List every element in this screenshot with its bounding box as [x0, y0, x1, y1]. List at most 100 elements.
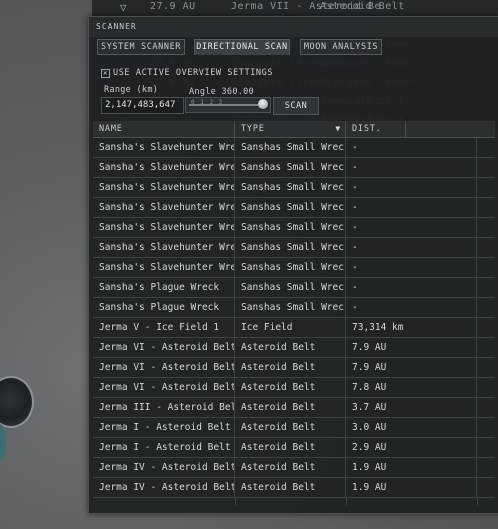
column-header-dist-label: DIST. [352, 124, 382, 134]
result-name: Jerma I - Asteroid Belt 1 [93, 438, 235, 457]
table-row[interactable]: Sansha's Slavehunter Wreck Sanshas Small … [93, 238, 495, 258]
angle-slider-track [189, 104, 267, 106]
result-type: Sanshas Small Wreck [235, 178, 346, 197]
table-row[interactable]: Sansha's Slavehunter Wreck Sanshas Small … [93, 158, 495, 178]
result-type: Sanshas Small Wreck [235, 218, 346, 237]
table-row[interactable]: Sansha's Slavehunter Wreck Sanshas Small … [93, 198, 495, 218]
result-type: Asteroid Belt [235, 378, 346, 397]
range-input[interactable]: 2,147,483,647 [101, 97, 184, 114]
result-name: Jerma VI - Asteroid Belt 3 [93, 338, 235, 357]
table-row[interactable]: Sansha's Slavehunter Wreck Sanshas Small … [93, 178, 495, 198]
result-name: Sansha's Slavehunter Wreck [93, 178, 235, 197]
result-name: Sansha's Slavehunter Wreck [93, 218, 235, 237]
result-type: Sanshas Small Wreck [235, 138, 346, 157]
background-overview-row: ▽27.9 AUJerma VII - Asteroid BeAsteroid … [92, 0, 498, 17]
result-type: Asteroid Belt [235, 478, 346, 497]
result-type: Sanshas Small Wreck [235, 158, 346, 177]
result-distance: - [346, 178, 477, 197]
table-row[interactable]: Sansha's Plague Wreck Sanshas Small Wreck… [93, 298, 495, 318]
column-header-dist[interactable]: DIST. [346, 121, 406, 137]
result-type: Asteroid Belt [235, 438, 346, 457]
result-name: Jerma VI - Asteroid Belt 1 [93, 358, 235, 377]
table-row[interactable]: Sansha's Plague Wreck Sanshas Small Wreck… [93, 278, 495, 298]
result-name: Sansha's Slavehunter Wreck [93, 158, 235, 177]
result-name: Sansha's Plague Wreck [93, 278, 235, 297]
result-type: Asteroid Belt [235, 398, 346, 417]
table-row[interactable]: Jerma I - Asteroid Belt 1 Asteroid Belt 2.… [93, 438, 495, 458]
result-distance: 3.0 AU [346, 418, 477, 437]
column-header-type[interactable]: TYPE ▼ [235, 121, 346, 137]
table-header: NAME TYPE ▼ DIST. [93, 121, 495, 138]
table-row[interactable]: Jerma VI - Asteroid Belt 3 Asteroid Belt 7… [93, 338, 495, 358]
result-distance: 2.9 AU [346, 438, 477, 457]
table-row[interactable]: Sansha's Slavehunter Wreck Sanshas Small … [93, 218, 495, 238]
scan-results-table: NAME TYPE ▼ DIST. Sansha's Slavehunter W… [93, 121, 495, 505]
tab-moon-analysis[interactable]: MOON ANALYSIS [300, 39, 382, 55]
result-distance: - [346, 298, 477, 317]
result-name: Jerma VI - Asteroid Belt 2 [93, 378, 235, 397]
overview-entry-icon: ▽ [120, 1, 128, 14]
overview-settings-label: USE ACTIVE OVERVIEW SETTINGS [113, 68, 274, 78]
angle-slider[interactable]: 0 1 2 3 [185, 97, 271, 113]
table-row[interactable]: Jerma III - Asteroid Belt 1Asteroid Belt… [93, 398, 495, 418]
table-row[interactable]: Jerma IV - Asteroid Belt 2 Asteroid Belt 1… [93, 458, 495, 478]
angle-label: Angle 360.00 [189, 87, 255, 97]
result-distance: - [346, 238, 477, 257]
result-name: Sansha's Slavehunter Wreck [93, 238, 235, 257]
tab-system-scanner[interactable]: SYSTEM SCANNER [97, 39, 185, 55]
scanner-window: SCANNER SYSTEM SCANNER DIRECTIONAL SCAN … [88, 16, 498, 514]
table-row[interactable]: Sansha's Slavehunter Wreck Sanshas Small … [93, 138, 495, 158]
angle-slider-knob[interactable] [258, 99, 268, 109]
column-header-name[interactable]: NAME [93, 121, 235, 137]
column-header-type-label: TYPE [241, 124, 265, 134]
result-distance: 3.7 AU [346, 398, 477, 417]
result-type: Sanshas Small Wreck [235, 298, 346, 317]
result-type: Sanshas Small Wreck [235, 278, 346, 297]
table-row[interactable]: Jerma VI - Asteroid Belt 2 Asteroid Belt 7… [93, 378, 495, 398]
result-distance: - [346, 138, 477, 157]
empty-column-type [235, 498, 347, 505]
result-name: Jerma I - Asteroid Belt 2 [93, 418, 235, 437]
sort-descending-icon: ▼ [335, 124, 341, 133]
result-distance: - [346, 218, 477, 237]
result-name: Jerma IV - Asteroid Belt 1 [93, 478, 235, 497]
result-name: Sansha's Slavehunter Wreck [93, 138, 235, 157]
scanner-titlebar[interactable]: SCANNER [89, 17, 498, 37]
table-row[interactable]: Jerma V - Ice Field 1 Ice Field 73,314 km [93, 318, 495, 338]
result-type: Asteroid Belt [235, 358, 346, 377]
result-name: Jerma IV - Asteroid Belt 2 [93, 458, 235, 477]
table-row[interactable]: Sansha's Slavehunter Wreck Sanshas Small … [93, 258, 495, 278]
result-type: Sanshas Small Wreck [235, 258, 346, 277]
column-header-name-label: NAME [99, 124, 123, 134]
result-name: Sansha's Plague Wreck [93, 298, 235, 317]
result-name: Sansha's Slavehunter Wreck [93, 258, 235, 277]
empty-column-dist [346, 498, 478, 505]
result-name: Jerma V - Ice Field 1 [93, 318, 235, 337]
result-distance: 7.9 AU [346, 338, 477, 357]
range-label: Range (km) [104, 85, 159, 95]
table-row[interactable]: Jerma I - Asteroid Belt 2 Asteroid Belt 3.… [93, 418, 495, 438]
results-rows: Sansha's Slavehunter Wreck Sanshas Small … [93, 138, 495, 498]
result-type: Sanshas Small Wreck [235, 238, 346, 257]
overview-entry-type: Asteroid Belt [320, 1, 405, 12]
result-distance: 7.8 AU [346, 378, 477, 397]
result-type: Asteroid Belt [235, 338, 346, 357]
result-distance: - [346, 258, 477, 277]
table-row[interactable]: Jerma VI - Asteroid Belt 1 Asteroid Belt 7… [93, 358, 495, 378]
result-distance: - [346, 198, 477, 217]
result-distance: - [346, 278, 477, 297]
result-type: Asteroid Belt [235, 418, 346, 437]
result-distance: - [346, 158, 477, 177]
result-distance: 7.9 AU [346, 358, 477, 377]
tab-directional-scan[interactable]: DIRECTIONAL SCAN [194, 39, 290, 55]
result-type: Ice Field [235, 318, 346, 337]
overview-entry-distance: 27.9 AU [150, 1, 196, 12]
result-distance: 1.9 AU [346, 478, 477, 497]
table-row[interactable]: Jerma IV - Asteroid Belt 1 Asteroid Belt 1… [93, 478, 495, 498]
result-name: Jerma III - Asteroid Belt 1 [93, 398, 235, 417]
scan-button[interactable]: SCAN [273, 97, 319, 115]
result-distance: 1.9 AU [346, 458, 477, 477]
result-type: Asteroid Belt [235, 458, 346, 477]
result-type: Sanshas Small Wreck [235, 198, 346, 217]
overview-settings-checkbox[interactable]: ✕ [101, 69, 110, 78]
